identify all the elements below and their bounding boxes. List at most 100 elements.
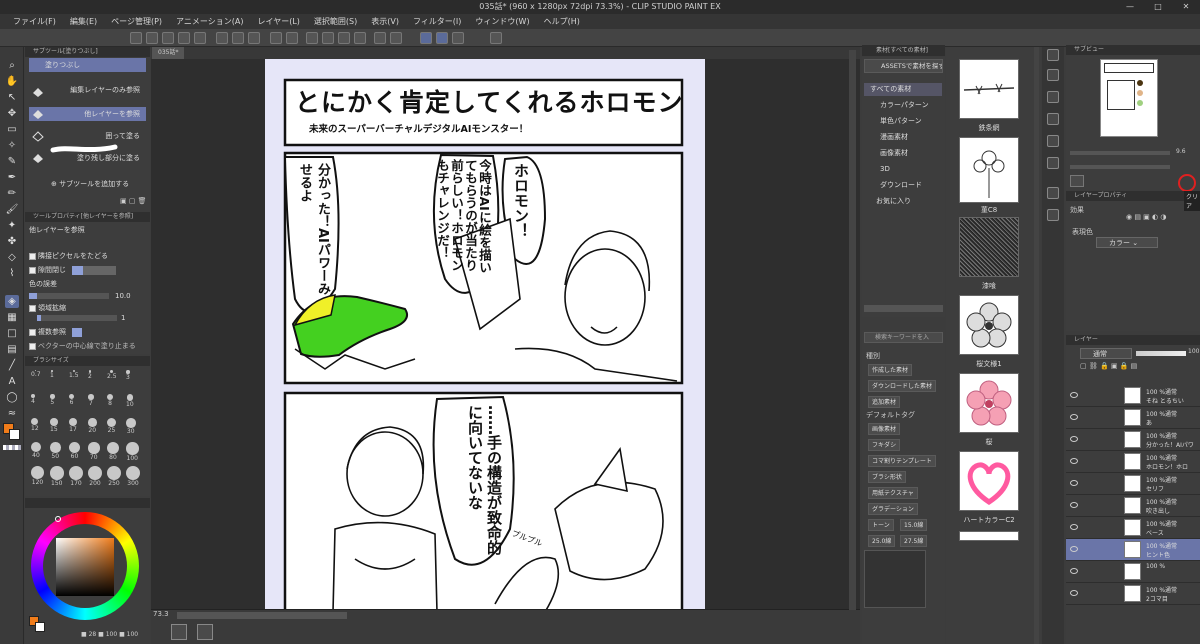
snap-ruler-icon[interactable] xyxy=(420,32,432,44)
line-correct-icon[interactable]: ≈ xyxy=(5,407,19,420)
gradient-icon[interactable]: ▦ xyxy=(5,311,19,324)
gap-level-selector[interactable] xyxy=(72,265,117,275)
tag-tone[interactable]: トーン xyxy=(868,519,894,531)
brush-size-cell[interactable]: 4 xyxy=(31,394,35,405)
clear-highlight-circle[interactable] xyxy=(1178,174,1196,192)
menu-page[interactable]: ページ管理(P) xyxy=(104,16,169,27)
thumb-plaster[interactable] xyxy=(959,217,1019,277)
frame-icon[interactable]: ▤ xyxy=(5,343,19,356)
operation-icon[interactable]: ↖ xyxy=(5,91,19,104)
brush-icon[interactable]: 🖌 xyxy=(5,203,19,216)
thumb-sakura-pattern[interactable] xyxy=(959,295,1019,355)
paste-material-icon[interactable] xyxy=(1047,69,1059,81)
brush-size-cell[interactable]: 6 xyxy=(69,394,74,406)
vector-center-row[interactable]: ベクターの中心線で塗り止まる xyxy=(29,340,146,352)
navigator-preview[interactable] xyxy=(1100,59,1158,137)
tree-all-materials[interactable]: すべての素材 xyxy=(864,83,942,96)
pencil-icon[interactable]: ✏ xyxy=(5,187,19,200)
decoration-icon[interactable]: ✤ xyxy=(5,235,19,248)
transparent-color-icon[interactable] xyxy=(3,445,21,450)
checkbox[interactable] xyxy=(29,304,36,312)
thumb-heart[interactable] xyxy=(959,451,1019,511)
brush-size-cell[interactable]: 15 xyxy=(50,418,58,433)
print-icon[interactable] xyxy=(232,32,244,44)
brush-size-cell[interactable]: 7 xyxy=(88,394,94,407)
multiple-refer-row[interactable]: 複数参照 xyxy=(29,326,146,338)
list-view-icon[interactable] xyxy=(1047,91,1059,103)
fit-screen-icon[interactable] xyxy=(197,624,213,640)
eye-icon[interactable] xyxy=(1070,546,1078,552)
close-gap-row[interactable]: 隙間閉じ xyxy=(29,264,146,276)
move-layer-icon[interactable]: ✥ xyxy=(5,107,19,120)
layer-row[interactable]: 100 %通常 セリフ xyxy=(1066,473,1200,495)
auto-select-icon[interactable]: ✧ xyxy=(5,139,19,152)
layer-row[interactable]: 100 %通常 ヒント色 xyxy=(1066,539,1200,561)
deselect-icon[interactable] xyxy=(322,32,334,44)
refer-all-layers-icon[interactable] xyxy=(72,327,82,337)
hue-picker[interactable] xyxy=(55,516,61,522)
checkbox[interactable] xyxy=(29,328,36,336)
fill-icon[interactable] xyxy=(338,32,350,44)
layer-row[interactable]: 100 %通常 2コマ目 xyxy=(1066,583,1200,605)
thumbnail-view-icon[interactable] xyxy=(1047,113,1059,125)
brush-size-cell[interactable]: 20 xyxy=(88,418,97,434)
minimize-button[interactable]: — xyxy=(1116,0,1144,14)
layer-tools-row[interactable]: ▢ ⛓ 🔒 ▣ 🔒 ▤ xyxy=(1080,362,1198,374)
layer-row[interactable]: 100 %通常 ホロモン！ホロ xyxy=(1066,451,1200,473)
brush-size-cell[interactable]: 30 xyxy=(126,418,136,435)
zoom-icon[interactable]: ⌕ xyxy=(5,59,19,72)
thumb-partial[interactable] xyxy=(959,531,1019,541)
blend-icon[interactable]: ⌇ xyxy=(5,267,19,280)
area-scaling-slider[interactable]: 1 xyxy=(29,312,146,324)
horizontal-scrollbar[interactable] xyxy=(177,612,347,619)
menu-window[interactable]: ウィンドウ(W) xyxy=(468,16,536,27)
sub-tool-edit-layer-only[interactable]: 編集レイヤーのみ参照 xyxy=(29,83,146,97)
brush-size-cell[interactable]: 150 xyxy=(50,466,64,487)
image-icon[interactable] xyxy=(248,32,260,44)
tag-added[interactable]: 追加素材 xyxy=(868,396,901,408)
brush-size-cell[interactable]: 2 xyxy=(88,370,92,380)
canvas-tab[interactable]: 035話* xyxy=(152,47,185,59)
tag-frame-template[interactable]: コマ割りテンプレート xyxy=(868,455,936,467)
tree-3d[interactable]: 3D xyxy=(866,163,890,176)
tree-download[interactable]: ダウンロード xyxy=(866,179,922,192)
menu-file[interactable]: ファイル(F) xyxy=(6,16,63,27)
menu-layer[interactable]: レイヤー(L) xyxy=(250,16,306,27)
material-property-icon[interactable] xyxy=(1047,157,1059,169)
menu-selection[interactable]: 選択範囲(S) xyxy=(307,16,364,27)
color-margin-slider[interactable]: 10.0 xyxy=(29,290,146,302)
tree-color-pattern[interactable]: カラーパターン xyxy=(866,99,929,112)
eyedropper-icon[interactable]: ✎ xyxy=(5,155,19,168)
add-sub-tool-button[interactable]: ⊕ サブツールを追加する xyxy=(29,177,146,191)
tag-balloon[interactable]: フキダシ xyxy=(868,439,901,451)
snap-grid-icon[interactable] xyxy=(374,32,386,44)
opacity-slider[interactable] xyxy=(1136,351,1186,356)
export-icon[interactable] xyxy=(216,32,228,44)
tag-tone-25[interactable]: 25.0線 xyxy=(868,535,896,547)
navigator-zoom-slider[interactable] xyxy=(1070,151,1170,155)
fill-tool-icon[interactable]: ◈ xyxy=(5,295,19,308)
menu-edit[interactable]: 編集(E) xyxy=(63,16,104,27)
selection-icon[interactable]: ▭ xyxy=(5,123,19,136)
tag-image[interactable]: 画像素材 xyxy=(868,423,901,435)
sub-tool-enclose-fill[interactable]: 囲って塗る xyxy=(29,129,146,143)
search-icon[interactable] xyxy=(1047,49,1059,61)
brush-size-cell[interactable]: 12 xyxy=(31,418,39,432)
tree-favorites[interactable]: お気に入り xyxy=(866,195,911,208)
tree-mono-pattern[interactable]: 単色パターン xyxy=(866,115,922,128)
material-scrollbar[interactable] xyxy=(1034,47,1039,644)
eye-icon[interactable] xyxy=(1070,414,1078,420)
vertical-scrollbar[interactable] xyxy=(849,50,856,610)
brush-size-cell[interactable]: 100 xyxy=(126,442,139,462)
eye-icon[interactable] xyxy=(1070,436,1078,442)
brush-size-cell[interactable]: 8 xyxy=(107,394,113,407)
brush-size-cell[interactable]: 17 xyxy=(69,418,77,433)
brush-size-cell[interactable]: 250 xyxy=(107,466,121,487)
material-search-input[interactable]: 検索キーワードを入 xyxy=(864,332,943,343)
eraser-icon[interactable]: ◇ xyxy=(5,251,19,264)
eye-icon[interactable] xyxy=(1070,458,1078,464)
blend-mode-select[interactable]: 通常 xyxy=(1080,348,1132,359)
brush-size-cell[interactable]: 170 xyxy=(69,466,83,487)
assets-search-button[interactable]: ASSETSで素材を探す xyxy=(864,59,943,73)
snap-off-icon[interactable] xyxy=(452,32,464,44)
